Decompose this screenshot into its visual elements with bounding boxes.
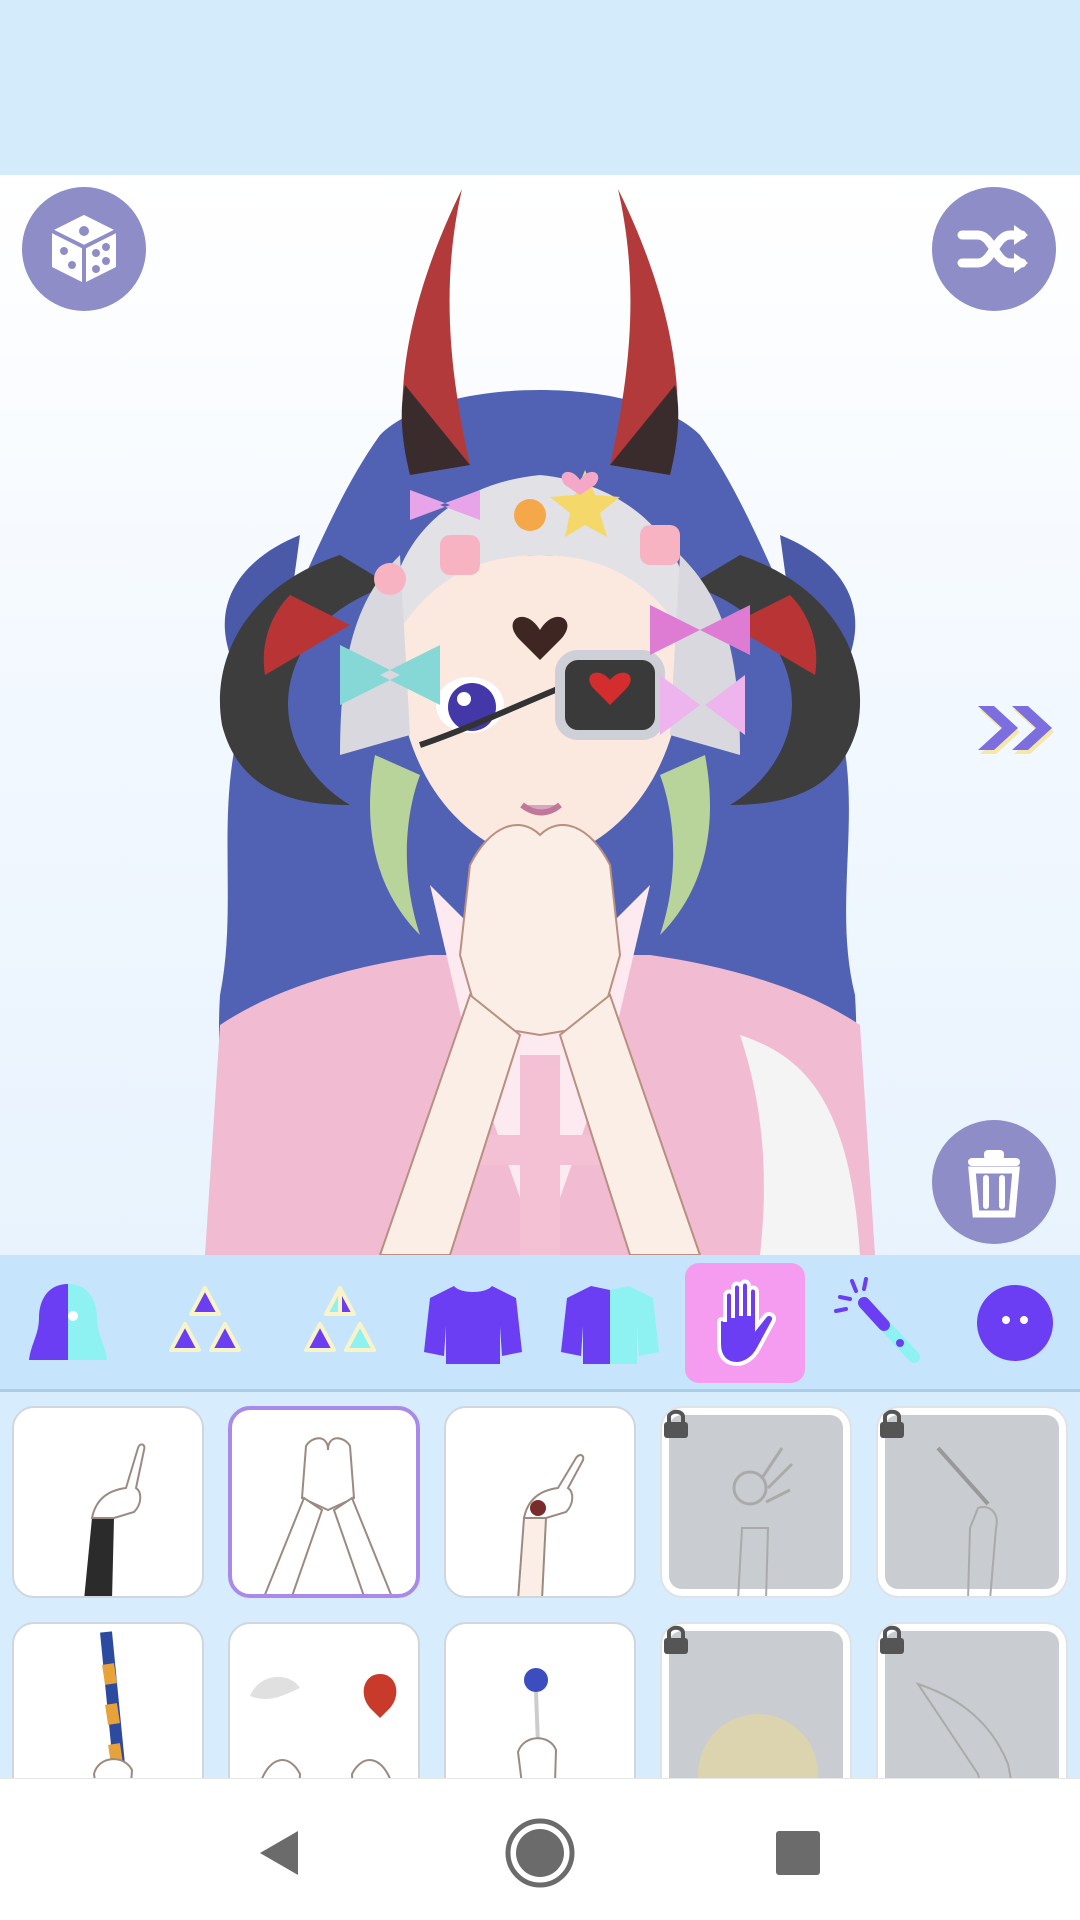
item-hand-with-lollipop[interactable] xyxy=(444,1622,636,1778)
category-bar xyxy=(0,1255,1080,1392)
home-circle-icon xyxy=(505,1818,575,1888)
item-glowing-hands[interactable] xyxy=(660,1622,852,1778)
category-hands[interactable] xyxy=(685,1263,805,1383)
shuffle-button[interactable] xyxy=(932,187,1056,311)
category-accessory[interactable] xyxy=(955,1263,1075,1383)
lock-icon xyxy=(880,1409,904,1438)
double-chevron-right-icon xyxy=(978,706,1054,754)
triangles-icon xyxy=(169,1286,241,1352)
shirt-split-icon xyxy=(561,1286,659,1364)
app-root xyxy=(0,0,1080,1920)
face-shape-icon xyxy=(29,1284,107,1360)
nav-back-button[interactable] xyxy=(240,1813,320,1893)
avatar-canvas xyxy=(0,175,1080,1255)
dice-icon xyxy=(51,215,117,283)
item-grid xyxy=(0,1392,1080,1778)
shirt-icon xyxy=(424,1286,522,1364)
top-banner xyxy=(0,0,1080,175)
category-top[interactable] xyxy=(413,1263,533,1383)
system-nav-bar xyxy=(0,1778,1080,1920)
lock-icon xyxy=(664,1625,688,1654)
item-clasped-hands[interactable] xyxy=(228,1406,420,1598)
category-wand[interactable] xyxy=(820,1263,940,1383)
lock-icon xyxy=(880,1625,904,1654)
item-reaching-hand[interactable] xyxy=(876,1622,1068,1778)
avatar-illustration xyxy=(205,189,875,1255)
category-face[interactable] xyxy=(8,1263,128,1383)
nav-home-button[interactable] xyxy=(500,1813,580,1893)
triangles-split-icon xyxy=(304,1286,376,1352)
next-page-button[interactable] xyxy=(972,692,1062,762)
randomize-button[interactable] xyxy=(22,187,146,311)
item-hands-feather-heart[interactable] xyxy=(228,1622,420,1778)
item-pointing-hand-rose-tattoo[interactable] xyxy=(444,1406,636,1598)
item-hand-with-syringe[interactable] xyxy=(876,1406,1068,1598)
item-hand-with-staff[interactable] xyxy=(12,1622,204,1778)
delete-button[interactable] xyxy=(932,1120,1056,1244)
category-top-2[interactable] xyxy=(550,1263,670,1383)
hand-icon xyxy=(717,1279,776,1367)
circle-face-icon xyxy=(977,1285,1053,1361)
recents-square-icon xyxy=(776,1831,820,1875)
lock-icon xyxy=(664,1409,688,1438)
shuffle-icon xyxy=(957,225,1028,273)
nav-recents-button[interactable] xyxy=(758,1813,838,1893)
magic-wand-icon xyxy=(834,1277,920,1363)
back-triangle-icon xyxy=(260,1831,298,1875)
item-ok-sign-hand[interactable] xyxy=(660,1406,852,1598)
trash-icon xyxy=(968,1150,1020,1218)
category-pattern-2[interactable] xyxy=(280,1263,400,1383)
category-pattern-1[interactable] xyxy=(145,1263,265,1383)
item-pointing-hand-black-sleeve[interactable] xyxy=(12,1406,204,1598)
